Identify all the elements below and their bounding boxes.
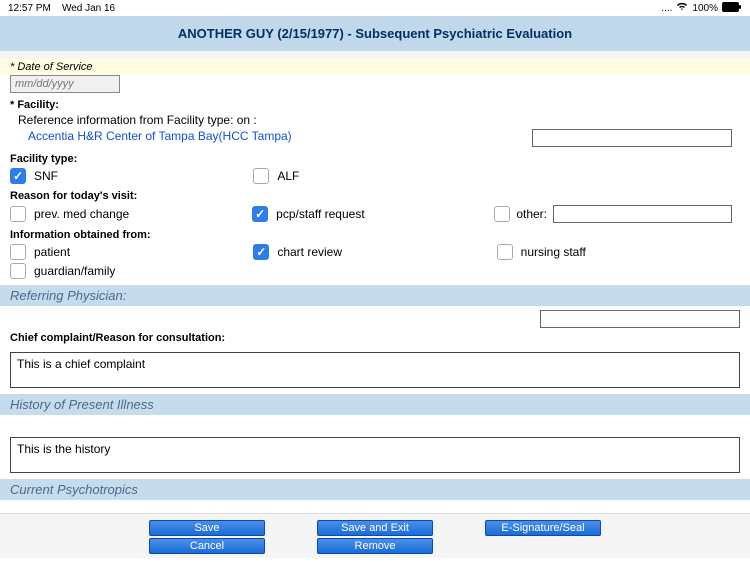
checkbox-snf[interactable]	[10, 168, 26, 184]
checkbox-other[interactable]	[494, 206, 510, 222]
status-time-date: 12:57 PM Wed Jan 16	[8, 3, 115, 14]
checkbox-chart-review[interactable]	[253, 244, 269, 260]
label-patient: patient	[34, 245, 70, 259]
checkbox-patient[interactable]	[10, 244, 26, 260]
checkbox-prev-med[interactable]	[10, 206, 26, 222]
label-prev-med: prev. med change	[34, 207, 129, 221]
chief-complaint-label: Chief complaint/Reason for consultation:	[0, 328, 750, 346]
other-reason-input[interactable]	[553, 205, 732, 223]
label-alf: ALF	[277, 169, 299, 183]
checkbox-alf[interactable]	[253, 168, 269, 184]
wifi-icon	[676, 2, 688, 14]
battery-icon	[722, 2, 742, 15]
save-button[interactable]: Save	[149, 520, 265, 536]
reason-visit-label: Reason for today's visit:	[10, 190, 740, 202]
date-of-service-input[interactable]	[10, 75, 120, 93]
info-obtained-label: Information obtained from:	[10, 229, 740, 241]
bottom-toolbar: Save Save and Exit E-Signature/Seal Canc…	[0, 513, 750, 558]
save-and-exit-button[interactable]: Save and Exit	[317, 520, 433, 536]
label-other: other:	[516, 207, 547, 221]
status-bar: 12:57 PM Wed Jan 16 .... 100%	[0, 0, 750, 16]
cancel-button[interactable]: Cancel	[149, 538, 265, 554]
section-hpi: History of Present Illness	[0, 394, 750, 415]
checkbox-guardian-family[interactable]	[10, 263, 26, 279]
date-of-service-label: * Date of Service	[0, 59, 750, 75]
facility-link[interactable]: Accentia H&R Center of Tampa Bay(HCC Tam…	[10, 129, 292, 143]
facility-type-label: Facility type:	[10, 153, 740, 165]
hpi-textarea[interactable]: This is the history	[10, 437, 740, 473]
chief-complaint-textarea[interactable]: This is a chief complaint	[10, 352, 740, 388]
label-nursing-staff: nursing staff	[521, 245, 586, 259]
facility-label: * Facility:	[10, 99, 740, 111]
status-time: 12:57 PM	[8, 3, 51, 14]
status-right: .... 100%	[661, 2, 742, 15]
facility-search-input[interactable]	[532, 129, 732, 147]
page-title: ANOTHER GUY (2/15/1977) - Subsequent Psy…	[0, 16, 750, 51]
label-guardian-family: guardian/family	[34, 264, 115, 278]
remove-button[interactable]: Remove	[317, 538, 433, 554]
section-referring-physician: Referring Physician:	[0, 285, 750, 306]
referring-physician-input[interactable]	[540, 310, 740, 328]
signal-icon: ....	[661, 3, 672, 14]
section-current-psychotropics: Current Psychotropics	[0, 479, 750, 500]
spacer	[0, 51, 750, 59]
label-snf: SNF	[34, 169, 58, 183]
e-signature-button[interactable]: E-Signature/Seal	[485, 520, 601, 536]
status-date: Wed Jan 16	[62, 3, 115, 14]
checkbox-nursing-staff[interactable]	[497, 244, 513, 260]
checkbox-pcp-staff[interactable]	[252, 206, 268, 222]
facility-reference-text: Reference information from Facility type…	[10, 111, 740, 129]
label-chart-review: chart review	[277, 245, 342, 259]
battery-pct: 100%	[692, 3, 718, 14]
label-pcp-staff: pcp/staff request	[276, 207, 365, 221]
